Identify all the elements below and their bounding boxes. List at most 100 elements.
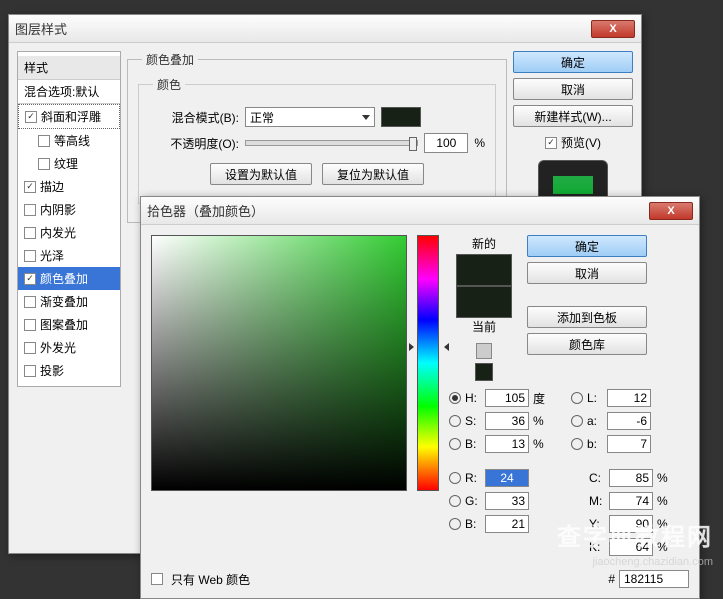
radio[interactable] [571, 392, 583, 404]
cube-icon[interactable] [476, 343, 492, 359]
cancel-button[interactable]: 取消 [513, 78, 633, 100]
style-item-3[interactable]: ✓ 描边 [18, 175, 120, 198]
style-label: 颜色叠加 [40, 270, 88, 287]
value-input[interactable] [607, 412, 651, 430]
value-input[interactable] [485, 492, 529, 510]
cp-cancel-button[interactable]: 取消 [527, 262, 647, 284]
color-library-button[interactable]: 颜色库 [527, 333, 647, 355]
blend-mode-value: 正常 [250, 109, 274, 126]
opacity-slider[interactable] [245, 140, 418, 146]
style-item-1[interactable]: 等高线 [18, 129, 120, 152]
value-unit: % [533, 414, 551, 428]
radio[interactable] [571, 438, 583, 450]
slider-thumb[interactable] [409, 137, 417, 151]
blend-mode-select[interactable]: 正常 [245, 107, 375, 127]
style-label: 纹理 [54, 155, 78, 172]
value-label: B: [465, 517, 481, 531]
style-checkbox[interactable] [38, 135, 50, 147]
close-icon[interactable]: X [591, 20, 635, 38]
style-checkbox[interactable]: ✓ [24, 181, 36, 193]
styles-list[interactable]: 样式 混合选项:默认 ✓斜面和浮雕等高线纹理✓描边内阴影内发光光泽✓颜色叠加渐变… [17, 51, 121, 387]
value-row: R: [449, 469, 551, 487]
style-label: 描边 [40, 178, 64, 195]
value-unit: % [657, 471, 675, 485]
new-style-button[interactable]: 新建样式(W)... [513, 105, 633, 127]
style-item-6[interactable]: 光泽 [18, 244, 120, 267]
style-item-9[interactable]: 图案叠加 [18, 313, 120, 336]
value-label: H: [465, 391, 481, 405]
cp-ok-button[interactable]: 确定 [527, 235, 647, 257]
style-checkbox[interactable] [24, 250, 36, 262]
style-checkbox[interactable] [24, 204, 36, 216]
set-default-button[interactable]: 设置为默认值 [210, 163, 312, 185]
radio[interactable] [449, 518, 461, 530]
style-checkbox[interactable] [38, 158, 50, 170]
preview-label: 预览(V) [561, 134, 601, 151]
value-input[interactable] [609, 469, 653, 487]
style-item-2[interactable]: 纹理 [18, 152, 120, 175]
value-label: a: [587, 414, 603, 428]
color-cursor-icon [240, 454, 250, 464]
value-label: S: [465, 414, 481, 428]
radio[interactable] [449, 438, 461, 450]
radio[interactable] [449, 495, 461, 507]
layer-style-titlebar[interactable]: 图层样式 X [9, 15, 641, 43]
value-input[interactable] [485, 412, 529, 430]
value-input[interactable] [609, 492, 653, 510]
value-row: H:度 [449, 389, 551, 407]
web-safe-swatch[interactable] [475, 363, 493, 381]
overlay-color-swatch[interactable] [381, 107, 421, 127]
web-only-checkbox[interactable] [151, 573, 163, 585]
value-input[interactable] [485, 515, 529, 533]
value-input[interactable] [485, 469, 529, 487]
value-row: G: [449, 492, 551, 510]
value-input[interactable] [607, 389, 651, 407]
value-unit: % [533, 437, 551, 451]
new-color-swatch[interactable] [456, 254, 512, 286]
style-checkbox[interactable] [24, 319, 36, 331]
style-item-11[interactable]: 投影 [18, 359, 120, 382]
hue-slider[interactable] [417, 235, 439, 491]
preview-checkbox[interactable]: ✓ [545, 137, 557, 149]
current-color-swatch[interactable] [456, 286, 512, 318]
style-checkbox[interactable] [24, 365, 36, 377]
watermark-url: jiaocheng.chazidian.com [593, 556, 713, 568]
ok-button[interactable]: 确定 [513, 51, 633, 73]
style-checkbox[interactable]: ✓ [24, 273, 36, 285]
chevron-down-icon [362, 115, 370, 120]
style-item-0[interactable]: ✓ 斜面和浮雕 [18, 104, 120, 129]
value-input[interactable] [485, 389, 529, 407]
style-item-8[interactable]: 渐变叠加 [18, 290, 120, 313]
close-icon[interactable]: X [649, 202, 693, 220]
style-label: 内发光 [40, 224, 76, 241]
add-swatch-button[interactable]: 添加到色板 [527, 306, 647, 328]
value-input[interactable] [485, 435, 529, 453]
value-unit: % [657, 494, 675, 508]
value-input[interactable] [607, 435, 651, 453]
radio[interactable] [449, 392, 461, 404]
blend-mode-label: 混合模式(B): [149, 109, 239, 126]
style-checkbox[interactable]: ✓ [25, 111, 37, 123]
style-checkbox[interactable] [24, 342, 36, 354]
layer-style-title: 图层样式 [15, 19, 591, 38]
style-item-7[interactable]: ✓ 颜色叠加 [18, 267, 120, 290]
style-item-10[interactable]: 外发光 [18, 336, 120, 359]
color-picker-titlebar[interactable]: 拾色器（叠加颜色） X [141, 197, 699, 225]
blend-options-header[interactable]: 混合选项:默认 [18, 80, 120, 104]
style-checkbox[interactable] [24, 296, 36, 308]
value-label: M: [589, 494, 605, 508]
section-subtitle: 颜色 [153, 76, 185, 93]
style-checkbox[interactable] [24, 227, 36, 239]
style-item-4[interactable]: 内阴影 [18, 198, 120, 221]
style-label: 等高线 [54, 132, 90, 149]
color-field[interactable] [151, 235, 407, 491]
opacity-input[interactable] [424, 133, 468, 153]
radio[interactable] [449, 472, 461, 484]
hex-input[interactable] [619, 570, 689, 588]
radio[interactable] [449, 415, 461, 427]
radio[interactable] [571, 415, 583, 427]
style-label: 斜面和浮雕 [41, 108, 101, 125]
reset-default-button[interactable]: 复位为默认值 [322, 163, 424, 185]
opacity-label: 不透明度(O): [149, 135, 239, 152]
style-item-5[interactable]: 内发光 [18, 221, 120, 244]
